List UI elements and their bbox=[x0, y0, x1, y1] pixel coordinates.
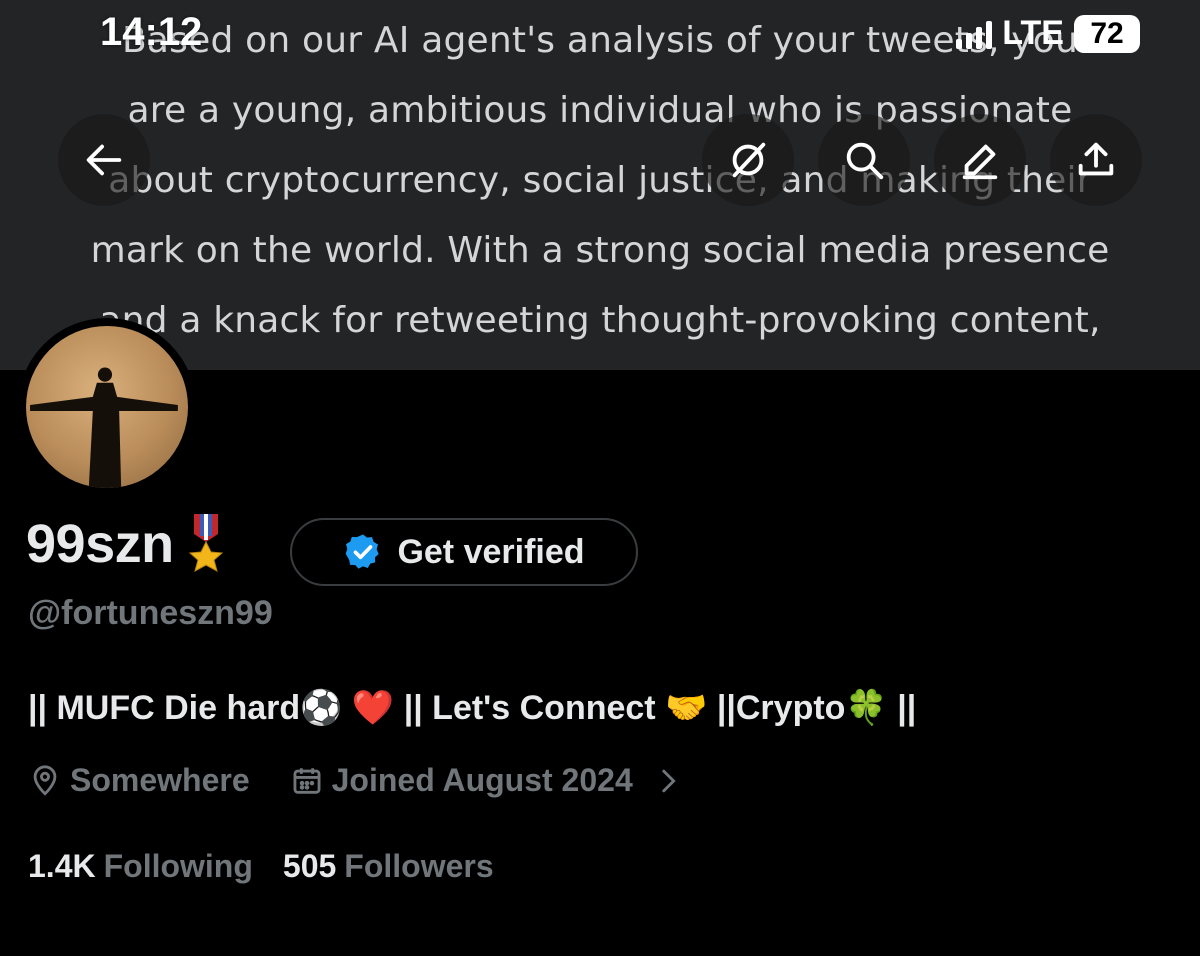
search-icon bbox=[846, 142, 884, 180]
chevron-right-icon bbox=[662, 769, 676, 792]
banner-line: mark on the world. With a strong social … bbox=[90, 230, 1110, 271]
following-link[interactable]: 1.4K Following bbox=[28, 848, 253, 885]
back-button[interactable] bbox=[58, 114, 150, 206]
get-verified-label: Get verified bbox=[397, 532, 585, 571]
profile-banner[interactable]: Based on our AI agent's analysis of your… bbox=[0, 0, 1200, 370]
grok-icon bbox=[732, 142, 766, 178]
location-pin-icon bbox=[33, 764, 57, 796]
battery-icon: 72 bbox=[1074, 14, 1140, 53]
statue-silhouette-icon bbox=[30, 367, 178, 488]
medal-icon bbox=[188, 514, 223, 573]
grok-button[interactable] bbox=[702, 114, 794, 206]
location-item: Somewhere bbox=[28, 762, 250, 799]
profile-meta: Somewhere Joined August 2024 bbox=[28, 762, 685, 799]
status-time: 14:12 bbox=[100, 10, 203, 54]
share-button[interactable] bbox=[1050, 114, 1142, 206]
display-name: 99szn bbox=[26, 514, 174, 574]
network-label: LTE bbox=[1002, 14, 1064, 52]
following-label: Following bbox=[103, 848, 253, 884]
signal-icon bbox=[956, 19, 993, 49]
joined-item[interactable]: Joined August 2024 bbox=[290, 762, 685, 799]
name-row: 99szn bbox=[26, 512, 228, 576]
banner-line: are a young, ambitious individual who is… bbox=[127, 90, 1073, 131]
banner-line: and a knack for retweeting thought-provo… bbox=[99, 300, 1101, 341]
location-text: Somewhere bbox=[70, 762, 250, 798]
profile-bio: || MUFC Die hard⚽️ ❤️ || Let's Connect 🤝… bbox=[28, 689, 917, 727]
share-icon bbox=[1078, 142, 1114, 176]
followers-link[interactable]: 505 Followers bbox=[283, 848, 494, 885]
avatar-image bbox=[26, 326, 188, 488]
back-arrow-icon bbox=[86, 144, 122, 176]
edit-button[interactable] bbox=[934, 114, 1026, 206]
joined-text: Joined August 2024 bbox=[331, 762, 633, 798]
verified-badge-icon bbox=[346, 534, 380, 569]
search-button[interactable] bbox=[818, 114, 910, 206]
edit-icon bbox=[962, 144, 998, 180]
user-handle: @fortuneszn99 bbox=[28, 594, 273, 632]
followers-label: Followers bbox=[344, 848, 494, 884]
following-count: 1.4K bbox=[28, 848, 96, 884]
followers-count: 505 bbox=[282, 848, 337, 884]
follow-stats: 1.4K Following 505 Followers bbox=[28, 848, 494, 885]
calendar-icon bbox=[293, 767, 321, 794]
get-verified-button[interactable]: Get verified bbox=[290, 518, 638, 586]
status-indicators: LTE 72 bbox=[956, 14, 1140, 53]
avatar[interactable] bbox=[18, 318, 196, 496]
profile-page: Based on our AI agent's analysis of your… bbox=[0, 0, 1200, 956]
